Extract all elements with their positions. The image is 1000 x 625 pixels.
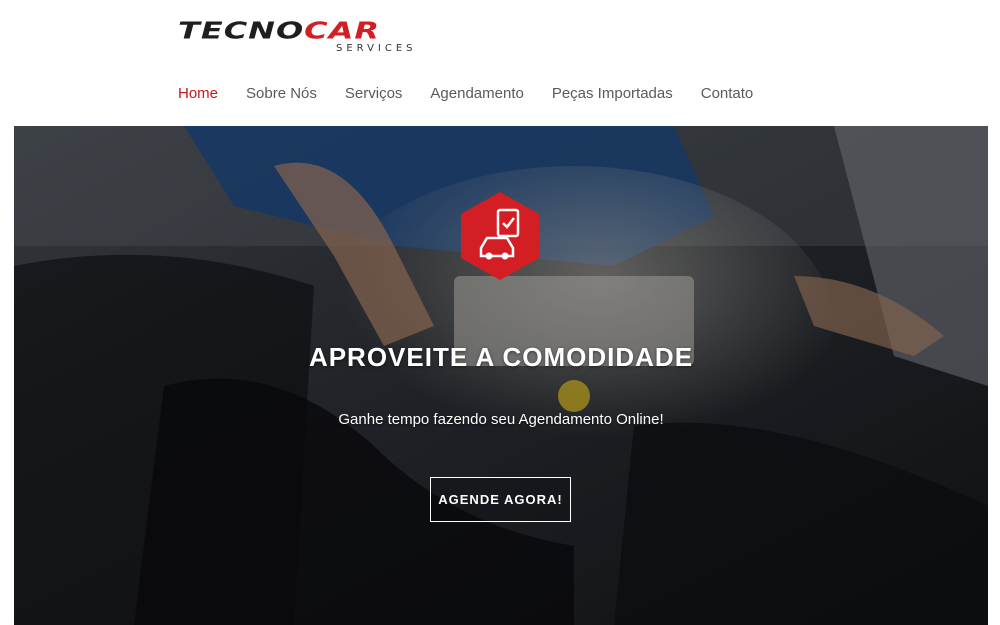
hero-banner: APROVEITE A COMODIDADE Ganhe tempo fazen…	[14, 126, 988, 625]
logo-subtitle: SERVICES	[336, 43, 417, 54]
agende-agora-button[interactable]: AGENDE AGORA!	[430, 477, 571, 522]
nav-item-sobre-nos[interactable]: Sobre Nós	[246, 85, 317, 103]
nav-item-agendamento[interactable]: Agendamento	[430, 85, 523, 103]
hero-title: APROVEITE A COMODIDADE	[308, 342, 694, 372]
site-header: TECNOCAR SERVICES Home Sobre Nós Serviço…	[0, 0, 1000, 126]
logo-wordmark: TECNOCAR	[178, 17, 381, 45]
nav-item-contato[interactable]: Contato	[701, 85, 754, 103]
nav-item-servicos[interactable]: Serviços	[345, 85, 403, 103]
nav-item-home[interactable]: Home	[178, 85, 218, 103]
nav-item-pecas-importadas[interactable]: Peças Importadas	[552, 85, 673, 103]
tecnocar-logo[interactable]: TECNOCAR SERVICES	[178, 17, 438, 58]
main-nav: Home Sobre Nós Serviços Agendamento Peça…	[178, 85, 781, 103]
car-checklist-icon	[461, 192, 539, 280]
hero-subtitle: Ganhe tempo fazendo seu Agendamento Onli…	[338, 411, 664, 428]
